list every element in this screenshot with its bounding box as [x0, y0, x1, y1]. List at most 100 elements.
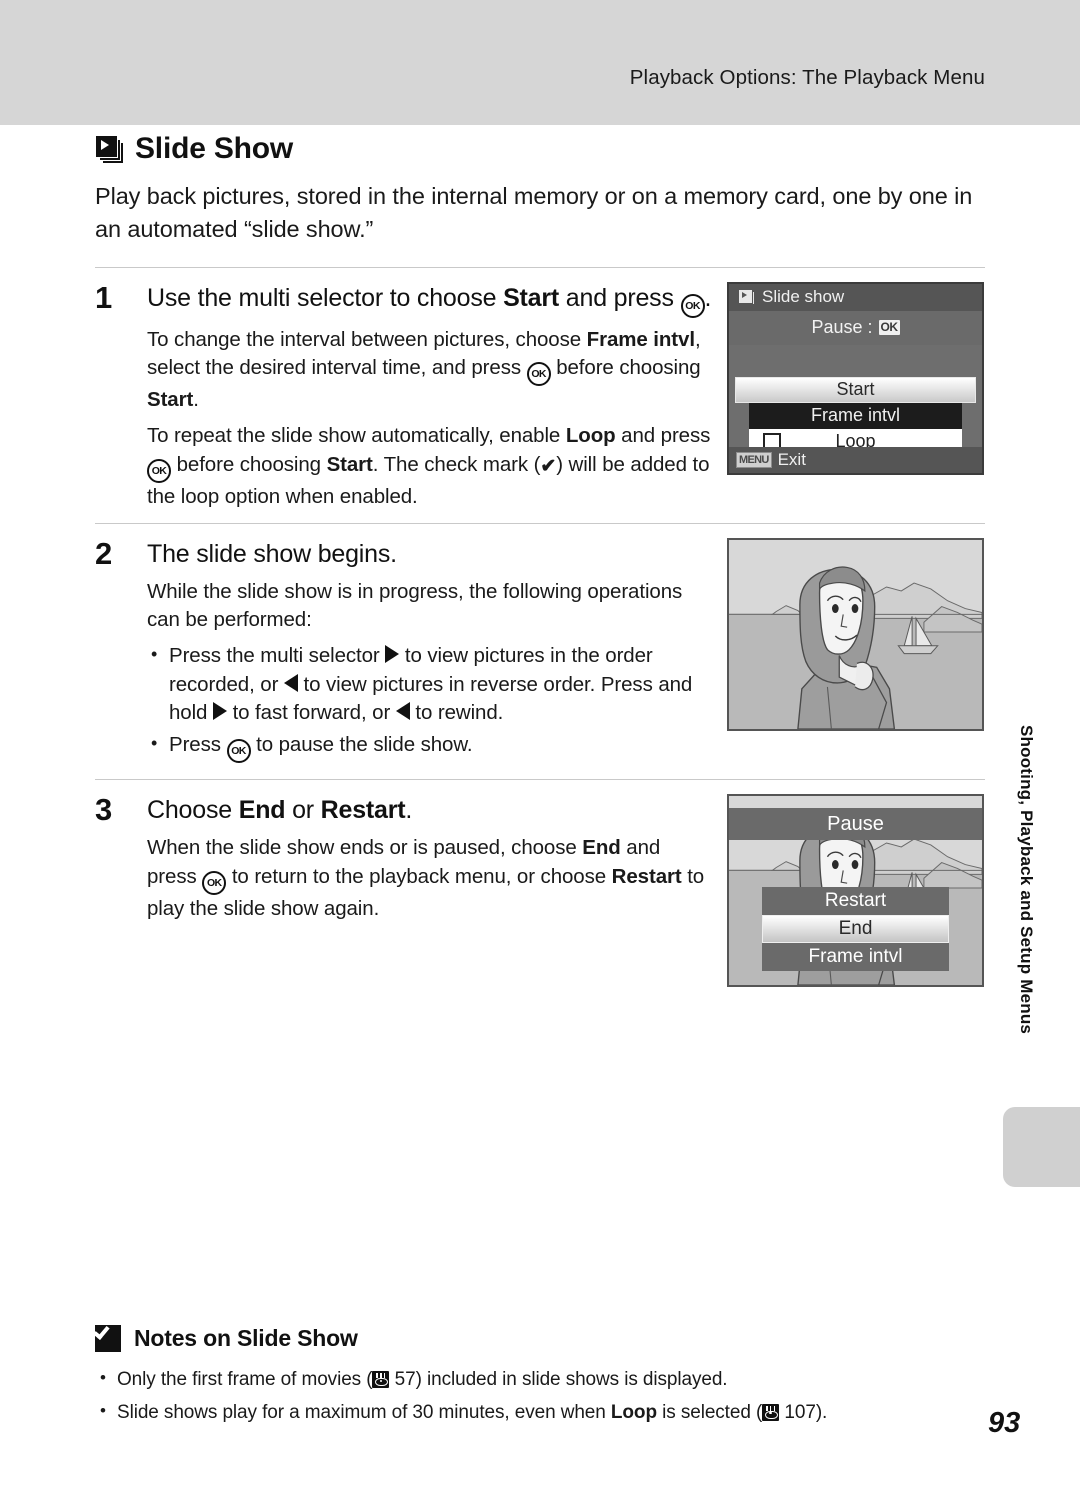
pause-menu-item-label: End — [838, 918, 873, 940]
s3t-a: Choose — [147, 796, 239, 825]
note2-a: Slide shows play for a maximum of 30 min… — [117, 1401, 611, 1423]
note1-b: ) included in slide shows is displayed. — [415, 1369, 728, 1390]
step-1-number: 1 — [95, 279, 113, 315]
list-item: Press OK to pause the slide show. — [147, 731, 715, 764]
s1p2-d: . The check mark ( — [372, 452, 541, 476]
step-3-number: 3 — [95, 792, 113, 828]
s1p2-c: before choosing — [171, 452, 327, 476]
ok-button-icon: OK — [226, 739, 251, 764]
chapter-tab-marker — [1003, 1107, 1080, 1187]
notes-heading-text: Notes on Slide Show — [134, 1325, 358, 1351]
step-1-paragraph-2: To repeat the slide show automatically, … — [147, 422, 715, 511]
s1p1-a: To change the interval between pictures,… — [147, 327, 587, 351]
step-3-figure: Pause Restart End Frame intvl — [715, 794, 985, 988]
lcd-title-text: Slide show — [762, 287, 845, 307]
caution-check-icon — [95, 1325, 121, 1352]
step-1-title-start: Start — [503, 283, 560, 312]
page-header-title: Playback Options: The Playback Menu — [629, 66, 985, 89]
pause-menu-item-frame-intvl[interactable]: Frame intvl — [762, 943, 949, 972]
arrow-right-icon — [385, 645, 400, 664]
section-intro: Play back pictures, stored in the intern… — [95, 183, 973, 243]
lcd-exit-label: Exit — [777, 449, 806, 469]
list-item: Press the multi selector to view picture… — [147, 642, 715, 727]
section-title: Slide Show — [135, 132, 294, 165]
arrow-left-icon — [395, 701, 410, 720]
pause-status-bar: Pause — [729, 808, 982, 841]
list-item: Only the first frame of movies ( 57) inc… — [95, 1365, 985, 1395]
check-mark-icon: ✔ — [540, 455, 557, 477]
s2b1-e: to rewind. — [409, 700, 504, 724]
page-reference-icon — [762, 1403, 780, 1421]
main-content: Slide Show Play back pictures, stored in… — [95, 132, 985, 999]
step-3-title: Choose End or Restart. — [147, 794, 715, 826]
chapter-tab-label: Shooting, Playback and Setup Menus — [1017, 725, 1036, 1035]
lcd-pause-hint: Pause : OK — [729, 310, 982, 345]
s3p-restart: Restart — [611, 864, 682, 888]
step-1-title-d: . — [704, 283, 712, 312]
s1p1-c: before choosing — [550, 356, 701, 379]
page-number: 93 — [988, 1407, 1021, 1439]
ok-button-icon: OK — [202, 870, 227, 895]
notes-section: Notes on Slide Show Only the first frame… — [95, 1325, 985, 1431]
ok-button-icon: OK — [680, 293, 705, 318]
s1p2-loop: Loop — [565, 424, 616, 448]
section-heading: Slide Show — [95, 132, 985, 166]
step-3-body: Choose End or Restart. When the slide sh… — [147, 794, 715, 987]
note2-c: ). — [815, 1401, 828, 1423]
slideshow-icon — [738, 289, 755, 306]
note2-b: is selected ( — [656, 1401, 763, 1423]
note1-ref: 57 — [394, 1369, 416, 1390]
step-2-text-column: 2 The slide show begins. While the slide… — [95, 537, 715, 767]
lcd-menu-item-start[interactable]: Start — [735, 376, 976, 403]
step-2-bullet-list: Press the multi selector to view picture… — [147, 642, 715, 764]
step-3-text-column: 3 Choose End or Restart. When the slide … — [95, 792, 715, 987]
step-3: 3 Choose End or Restart. When the slide … — [95, 780, 985, 999]
ok-badge-icon: OK — [878, 320, 900, 336]
step-2: 2 The slide show begins. While the slide… — [95, 524, 985, 779]
s3p-end: End — [582, 836, 621, 860]
s2b1-d: to fast forward, or — [226, 700, 396, 724]
lcd-menu-item-label: Frame intvl — [810, 405, 900, 426]
lcd-pause-screen: Pause Restart End Frame intvl — [727, 794, 984, 988]
step-1-text-column: 1 Use the multi selector to choose Start… — [95, 279, 715, 511]
s3t-end: End — [238, 796, 286, 825]
s3p-a: When the slide show ends or is paused, c… — [147, 836, 583, 860]
step-2-body: The slide show begins. While the slide s… — [147, 538, 715, 767]
lcd-menu-item-frame-intvl[interactable]: Frame intvl — [749, 402, 962, 429]
notes-list: Only the first frame of movies ( 57) inc… — [95, 1365, 985, 1428]
list-item: Slide shows play for a maximum of 30 min… — [95, 1398, 985, 1428]
step-1: 1 Use the multi selector to choose Start… — [95, 268, 985, 523]
step-1-figure: Slide show Pause : OK Start Frame intvl — [715, 281, 985, 511]
pause-menu-item-restart[interactable]: Restart — [762, 887, 949, 916]
step-1-title: Use the multi selector to choose Start a… — [147, 282, 715, 318]
s1p2-b: and press — [615, 424, 711, 448]
pause-menu-item-label: Frame intvl — [808, 946, 903, 968]
s1p2-a: To repeat the slide show automatically, … — [147, 424, 566, 448]
lcd-menu-rows: Start Frame intvl Loop — [735, 376, 976, 455]
ok-button-icon: OK — [147, 458, 171, 483]
step-2-figure — [715, 537, 985, 767]
lcd-slideshow-menu: Slide show Pause : OK Start Frame intvl — [727, 281, 984, 475]
page-reference-icon — [372, 1371, 390, 1388]
slideshow-photo-illustration — [727, 537, 984, 731]
step-1-title-a: Use the multi selector to choose — [147, 283, 504, 312]
lcd-exit-bar: MENU Exit — [729, 446, 982, 473]
arrow-left-icon — [283, 673, 298, 692]
lcd-pause-hint-label: Pause : — [811, 317, 873, 338]
s2b2-a: Press — [169, 733, 227, 757]
note2-loop: Loop — [610, 1401, 657, 1423]
step-1-paragraph-1: To change the interval between pictures,… — [147, 326, 715, 415]
pause-menu-item-end[interactable]: End — [762, 915, 949, 944]
note1-a: Only the first frame of movies ( — [117, 1369, 373, 1390]
note2-ref: 107 — [784, 1401, 816, 1423]
lcd-title-bar: Slide show — [729, 283, 982, 311]
step-1-body: Use the multi selector to choose Start a… — [147, 282, 715, 511]
pause-menu-item-label: Restart — [824, 890, 887, 912]
menu-badge-icon: MENU — [736, 451, 772, 468]
step-2-lead: While the slide show is in progress, the… — [147, 579, 683, 632]
slideshow-icon — [95, 135, 123, 163]
photo-svg — [729, 539, 982, 729]
step-2-title: The slide show begins. — [147, 539, 397, 568]
s2b2-b: to pause the slide show. — [250, 733, 473, 757]
s1p1-d: . — [193, 388, 199, 411]
